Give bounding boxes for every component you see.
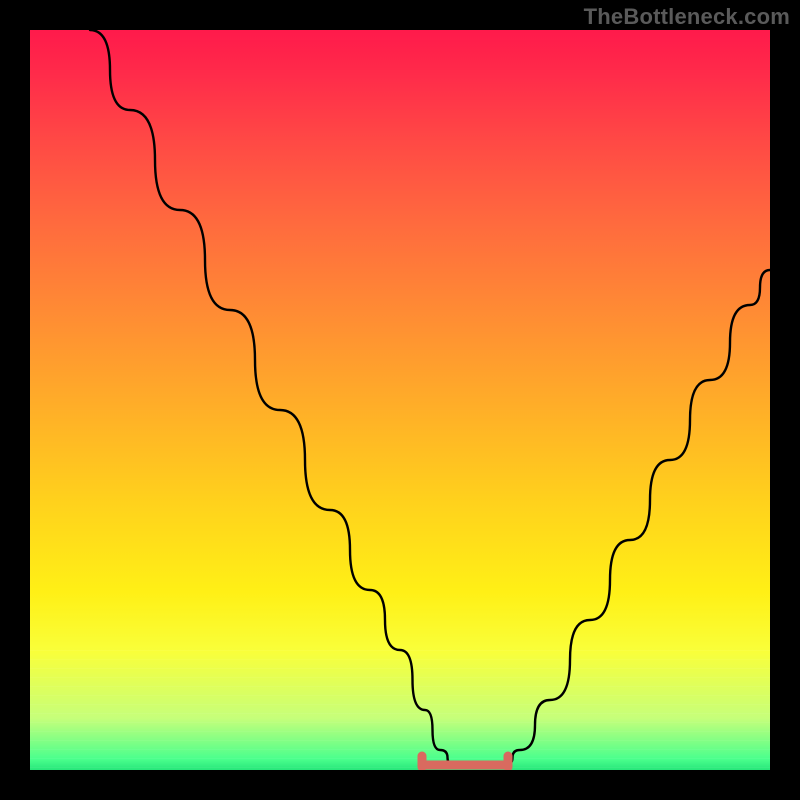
trough-marker — [422, 756, 508, 767]
watermark-text: TheBottleneck.com — [584, 4, 790, 30]
plot-area — [30, 30, 770, 770]
chart-frame: TheBottleneck.com — [0, 0, 800, 800]
curve-layer — [30, 30, 770, 770]
bottleneck-curve — [90, 30, 770, 765]
